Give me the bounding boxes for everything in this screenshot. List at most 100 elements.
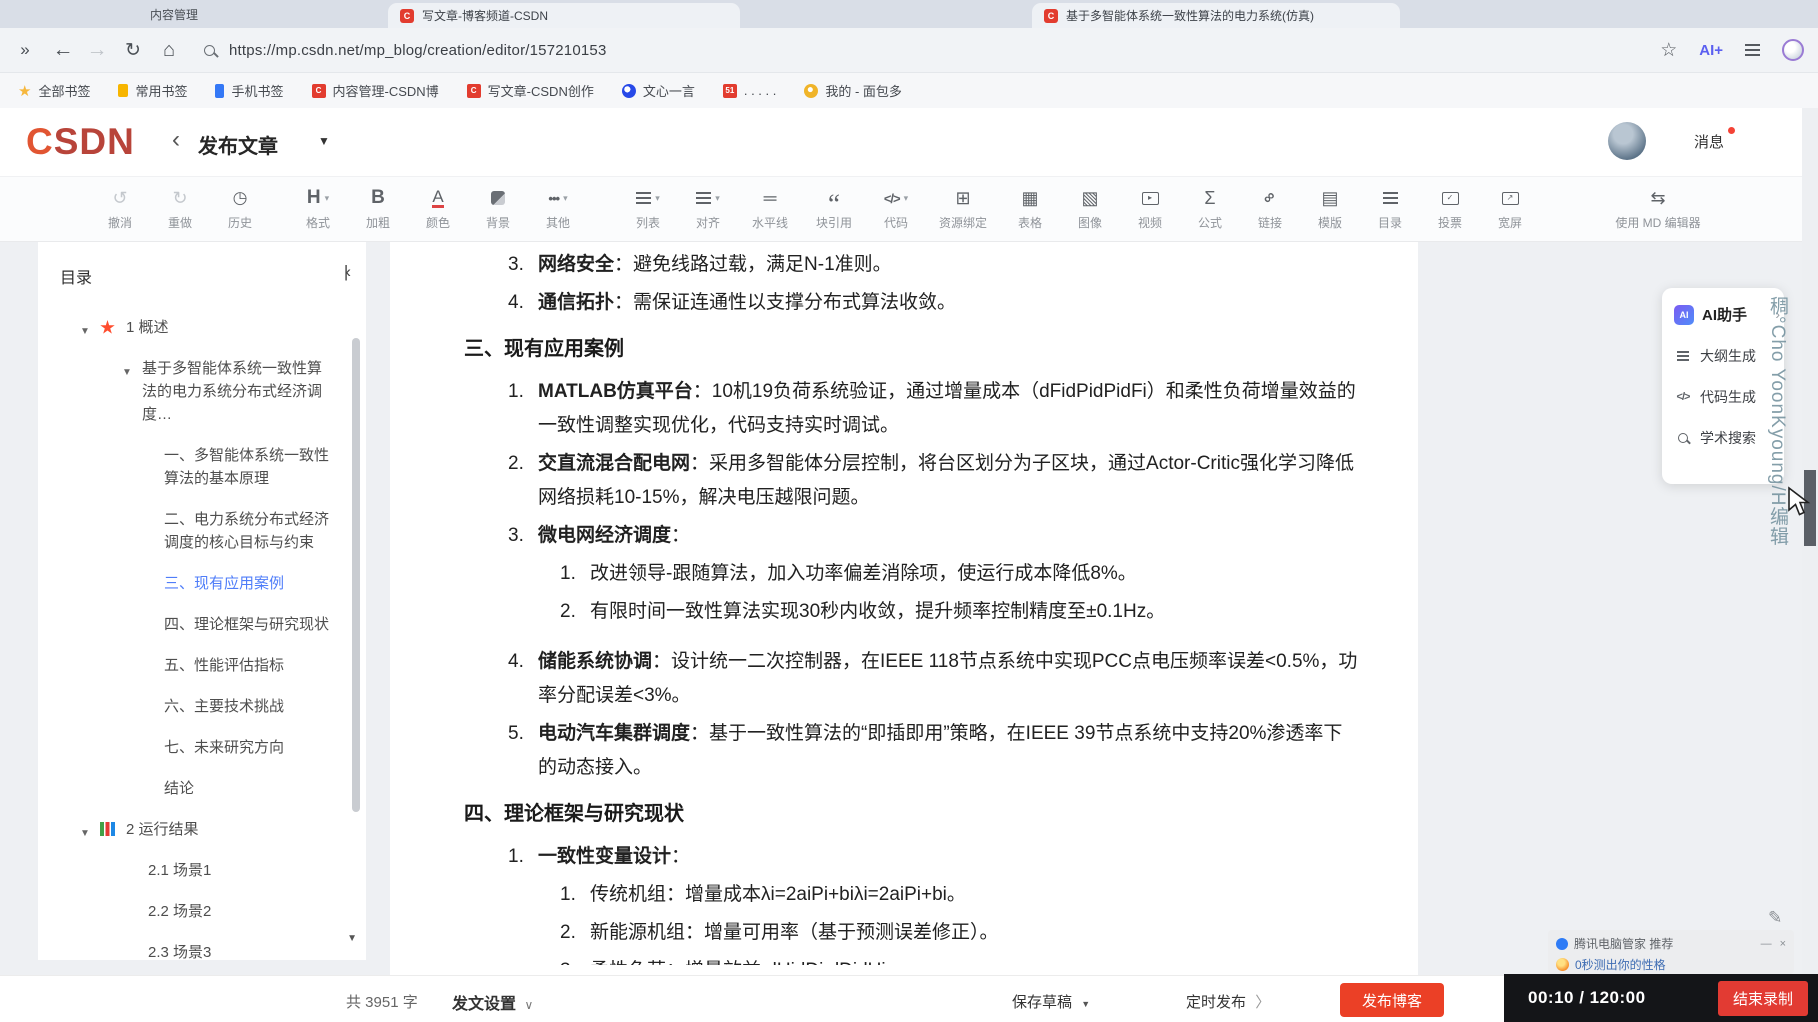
toc-item[interactable]: 三、现有应用案例 <box>38 572 366 595</box>
bookmark-item[interactable]: 手机书签 <box>215 81 283 100</box>
bookmark-item[interactable]: 我的 - 面包多 <box>804 81 902 100</box>
toolbar-bg-button[interactable]: 背景 <box>468 187 528 231</box>
toolbar-vote-button[interactable]: ✓投票 <box>1420 187 1480 231</box>
toc-item[interactable]: ▼2 运行结果 <box>38 818 366 841</box>
toolbar-color-button[interactable]: A颜色 <box>408 187 468 231</box>
reading-list-icon[interactable] <box>1745 39 1760 61</box>
title-caret-icon[interactable]: ▼ <box>318 134 330 148</box>
close-icon[interactable]: × <box>1780 938 1786 950</box>
bread-icon <box>804 84 818 98</box>
list-marker: 3. <box>508 248 538 282</box>
ai-item-outline[interactable]: 大纲生成 <box>1674 346 1776 366</box>
toolbar-md-button[interactable]: ⇆使用 MD 编辑器 <box>1588 187 1728 231</box>
editor-content[interactable]: 3.网络安全：避免线路过载，满足N-1准则。4.通信拓扑：需保证连通性以支撑分布… <box>390 242 1418 975</box>
toolbar-widescreen-button[interactable]: ↗宽屏 <box>1480 187 1540 231</box>
publish-blog-button[interactable]: 发布博客 <box>1340 983 1444 1017</box>
toolbar-align-button[interactable]: ▾对齐 <box>678 187 738 231</box>
tab-fragment[interactable]: 内容管理 <box>150 6 198 23</box>
toc-item[interactable]: 2.3 场景3 <box>38 941 366 964</box>
minimize-icon[interactable]: — <box>1761 938 1772 950</box>
toolbar-image-button[interactable]: ▧图像 <box>1060 187 1120 231</box>
toc-item[interactable]: 二、电力系统分布式经济调度的核心目标与约束 <box>38 508 366 554</box>
bookmark-item[interactable]: ★全部书签 <box>18 81 90 100</box>
page-scrollbar-track[interactable] <box>1802 108 1818 1022</box>
messages-link[interactable]: 消息 <box>1694 131 1724 152</box>
popup-text[interactable]: 0秒测出你的性格 <box>1575 956 1666 973</box>
dropdown-caret-icon: ▾ <box>563 193 568 204</box>
bookmark-item[interactable]: 文心一言 <box>622 81 695 100</box>
bookmarks-bar: ★全部书签 常用书签 手机书签 C内容管理-CSDN博 C写文章-CSDN创作 文心一言 5… <box>0 72 1818 108</box>
forward-icon[interactable]: → <box>84 38 110 62</box>
publish-settings-button[interactable]: 发文设置 ∨ <box>452 990 533 1014</box>
toolbar-template-button[interactable]: ▤模版 <box>1300 187 1360 231</box>
toolbar-bold-button[interactable]: B加粗 <box>348 187 408 231</box>
csdn-logo[interactable]: CSDN <box>26 121 135 163</box>
toolbar-history-button[interactable]: ◷历史 <box>210 187 270 231</box>
bookmark-star-icon[interactable]: ☆ <box>1660 39 1677 62</box>
recommend-popup: 腾讯电脑管家 推荐 — × 0秒测出你的性格 <box>1548 930 1794 974</box>
toolbar-quote-button[interactable]: “块引用 <box>802 187 866 231</box>
schedule-publish-button[interactable]: 定时发布 〉 <box>1186 991 1270 1012</box>
toc-scrollbar-thumb[interactable] <box>352 338 360 812</box>
toc-item[interactable]: 结论 <box>38 777 366 800</box>
toolbar-video-button[interactable]: ▸视频 <box>1120 187 1180 231</box>
browser-profile-icon[interactable] <box>1782 39 1804 61</box>
toolbar-redo-button[interactable]: ↻重做 <box>150 187 210 231</box>
toc-item[interactable]: ▼1 概述 <box>38 316 366 339</box>
toolbar-more-button[interactable]: •••▾其他 <box>528 187 588 231</box>
toolbar-formula-button[interactable]: Σ公式 <box>1180 187 1240 231</box>
toolbar-label: 历史 <box>228 214 252 231</box>
toc-item[interactable]: 2.1 场景1 <box>38 859 366 882</box>
format-glyph: H <box>307 187 321 209</box>
toolbar-toc-button[interactable]: 目录 <box>1360 187 1420 231</box>
toc-item[interactable]: 一、多智能体系统一致性算法的基本原理 <box>38 444 366 490</box>
link-icon: ∞ <box>1264 187 1275 209</box>
list-text: 网络安全：避免线路过载，满足N-1准则。 <box>538 248 892 282</box>
stop-recording-button[interactable]: 结束录制 <box>1718 981 1808 1016</box>
content-list-item: 2.有限时间一致性算法实现30秒内收敛，提升频率控制精度至±0.1Hz。 <box>560 595 1360 629</box>
toc-item[interactable]: 六、主要技术挑战 <box>38 695 366 718</box>
toc-icon <box>1383 187 1398 209</box>
list-marker: 2. <box>560 916 590 950</box>
toolbar-link-button[interactable]: ∞链接 <box>1240 187 1300 231</box>
ai-panel-header[interactable]: AI AI助手 <box>1674 304 1776 325</box>
toc-item[interactable]: 五、性能评估指标 <box>38 654 366 677</box>
toc-toggle-icon[interactable]: ▼ <box>122 361 132 384</box>
bookmark-item[interactable]: 常用书签 <box>118 81 187 100</box>
toc-collapse-icon[interactable]: |‹ <box>344 262 348 282</box>
extensions-overflow-icon[interactable]: » <box>12 40 38 60</box>
toolbar-hr-button[interactable]: ═水平线 <box>738 187 802 231</box>
back-icon[interactable]: ← <box>50 38 76 62</box>
list-text: 一致性变量设计： <box>538 840 690 874</box>
toolbar-resource-button[interactable]: ⊞资源绑定 <box>926 187 1000 231</box>
back-chevron-icon[interactable]: ‹ <box>172 126 180 154</box>
url-text[interactable]: https://mp.csdn.net/mp_blog/creation/edi… <box>229 42 607 59</box>
ai-item-code[interactable]: </>代码生成 <box>1674 387 1776 407</box>
bookmark-item[interactable]: 51. . . . . <box>723 83 777 98</box>
browser-tab[interactable]: C写文章-博客频道-CSDN <box>388 3 740 28</box>
toc-item[interactable]: ▼基于多智能体系统一致性算法的电力系统分布式经济调度… <box>38 357 366 426</box>
bookmark-item[interactable]: C内容管理-CSDN博 <box>312 81 439 100</box>
bookmark-item[interactable]: C写文章-CSDN创作 <box>467 81 594 100</box>
toc-scroll-down-icon[interactable]: ▼ <box>347 933 357 944</box>
user-avatar[interactable] <box>1608 122 1646 160</box>
toc-item[interactable]: 七、未来研究方向 <box>38 736 366 759</box>
list-marker: 3. <box>508 519 538 553</box>
toolbar-code-button[interactable]: </>▾代码 <box>866 187 926 231</box>
toolbar-format-button[interactable]: H▾格式 <box>288 187 348 231</box>
toc-toggle-icon[interactable]: ▼ <box>80 320 90 343</box>
ai-plus-button[interactable]: AI+ <box>1699 42 1723 59</box>
pencil-icon[interactable]: ✎ <box>1768 908 1782 928</box>
ai-item-search[interactable]: 学术搜索 <box>1674 428 1776 448</box>
toc-toggle-icon[interactable]: ▼ <box>80 822 90 845</box>
toolbar-table-button[interactable]: ▦表格 <box>1000 187 1060 231</box>
editor-toolbar: ↺撤消↻重做◷历史 H▾格式B加粗A颜色背景•••▾其他 ▾列表▾对齐═水平线“块引… <box>0 176 1818 242</box>
browser-tab[interactable]: C基于多智能体系统一致性算法的电力系统(仿真) <box>1032 3 1400 28</box>
toolbar-undo-button[interactable]: ↺撤消 <box>90 187 150 231</box>
toc-item[interactable]: 四、理论框架与研究现状 <box>38 613 366 636</box>
toolbar-list-button[interactable]: ▾列表 <box>618 187 678 231</box>
reload-icon[interactable]: ↻ <box>120 39 146 62</box>
save-draft-button[interactable]: 保存草稿 ▼ <box>1012 991 1090 1012</box>
home-icon[interactable]: ⌂ <box>156 39 182 62</box>
toc-item[interactable]: 2.2 场景2 <box>38 900 366 923</box>
